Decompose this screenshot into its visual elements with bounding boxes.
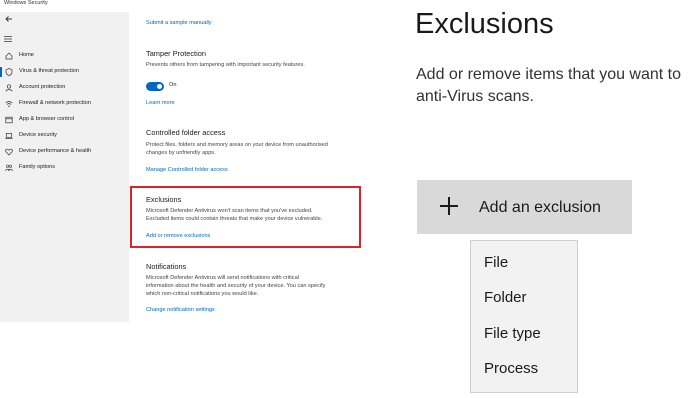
tamper-protection-desc: Prevents others from tampering with impo… [146, 62, 305, 68]
controlled-folder-access-title: Controlled folder access [146, 128, 226, 137]
description-line: anti-Virus scans. [416, 88, 534, 105]
sidebar-item-virus-threat-protection[interactable]: Virus & threat protection [0, 66, 129, 80]
tamper-protection-toggle[interactable] [146, 82, 164, 91]
wifi-icon [5, 101, 13, 107]
submit-sample-link[interactable]: Submit a sample manually [146, 20, 212, 26]
sidebar-item-app-browser-control[interactable]: App & browser control [0, 114, 129, 128]
menu-item-file[interactable]: File [484, 254, 508, 271]
shield-icon [5, 68, 13, 76]
menu-item-process[interactable]: Process [484, 360, 538, 377]
sidebar-item-label: App & browser control [19, 116, 75, 122]
exclusions-page-title: Exclusions [415, 8, 554, 40]
sidebar: Home Virus & threat protection Account p… [0, 12, 129, 322]
change-notification-settings-link[interactable]: Change notification settings [146, 307, 215, 313]
sidebar-item-label: Account protection [19, 84, 66, 90]
menu-item-file-type[interactable]: File type [484, 325, 541, 342]
sidebar-item-account-protection[interactable]: Account protection [0, 82, 129, 96]
hamburger-menu-icon[interactable] [4, 35, 12, 43]
toggle-knob [157, 84, 162, 89]
person-icon [5, 84, 13, 92]
main-content: Submit a sample manually Tamper Protecti… [129, 12, 418, 322]
learn-more-link[interactable]: Learn more [146, 100, 175, 106]
description-line: Add or remove items that you want to [416, 66, 682, 83]
back-arrow-icon[interactable] [4, 14, 14, 24]
windows-security-window: Windows Security Home Virus & threat pro… [0, 0, 418, 322]
sidebar-item-label: Family options [19, 164, 56, 170]
notifications-desc-line: Microsoft Defender Antivirus will send n… [146, 275, 299, 281]
tamper-protection-title: Tamper Protection [146, 49, 206, 58]
manage-cfa-link[interactable]: Manage Controlled folder access [146, 167, 228, 173]
sidebar-item-home[interactable]: Home [0, 50, 129, 64]
sidebar-item-label: Device performance & health [19, 148, 92, 154]
sidebar-item-family-options[interactable]: Family options [0, 162, 129, 176]
laptop-icon [5, 133, 13, 139]
active-indicator [0, 67, 2, 77]
heart-icon [5, 148, 13, 156]
sidebar-item-label: Device security [19, 132, 57, 138]
cfa-desc-line: changes by unfriendly apps. [146, 150, 216, 156]
exclusions-highlight-box [130, 186, 361, 248]
sidebar-item-device-performance[interactable]: Device performance & health [0, 146, 129, 160]
cfa-desc-line: Protect files, folders and memory areas … [146, 142, 328, 148]
home-icon [5, 52, 13, 60]
sidebar-item-label: Firewall & network protection [19, 100, 91, 106]
sidebar-item-firewall[interactable]: Firewall & network protection [0, 98, 129, 112]
window-title: Windows Security [4, 0, 48, 6]
title-bar: Windows Security [0, 0, 418, 12]
exclusions-page-description: Add or remove items that you want to ant… [416, 64, 700, 108]
exclusion-type-menu: File Folder File type Process [470, 240, 578, 393]
menu-item-folder[interactable]: Folder [484, 289, 527, 306]
toggle-state-label: On [169, 82, 177, 88]
sidebar-item-device-security[interactable]: Device security [0, 130, 129, 144]
notifications-desc-line: which non-critical notifications you wou… [146, 291, 259, 297]
sidebar-item-label: Virus & threat protection [19, 68, 79, 74]
notifications-desc-line: information about the health and securit… [146, 283, 326, 289]
browser-window-icon [5, 116, 13, 124]
add-exclusion-button[interactable]: Add an exclusion [417, 180, 632, 234]
plus-icon [439, 196, 459, 216]
sidebar-item-label: Home [19, 52, 34, 58]
notifications-title: Notifications [146, 262, 187, 271]
family-icon [5, 164, 13, 172]
add-exclusion-label: Add an exclusion [479, 199, 601, 216]
